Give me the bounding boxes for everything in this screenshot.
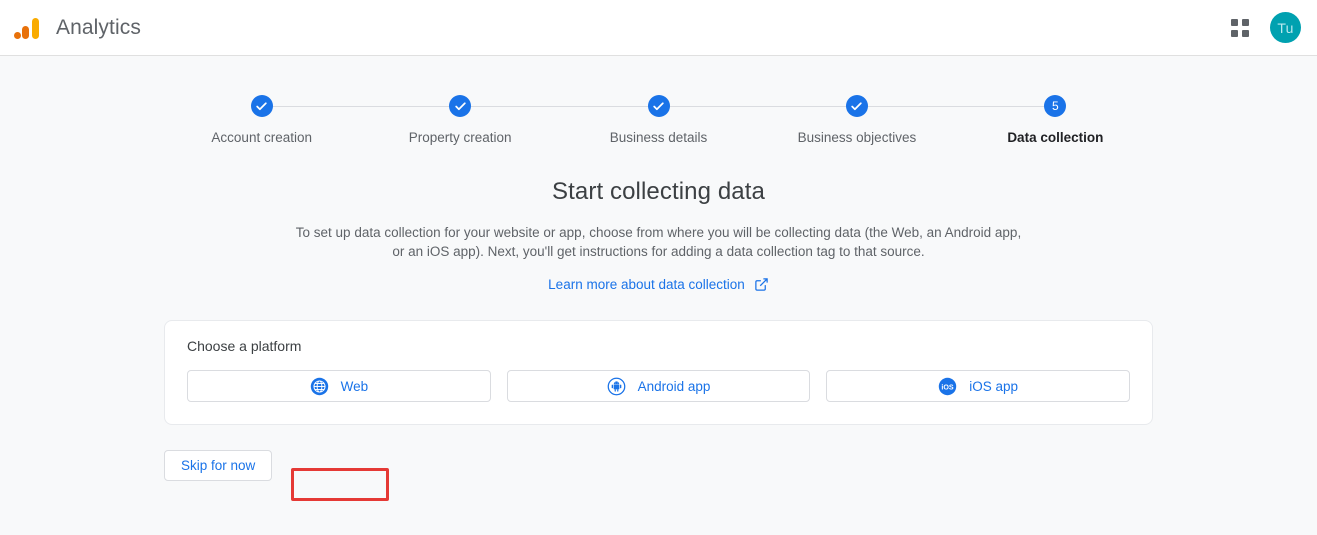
- step-number: 5: [1052, 100, 1059, 112]
- learn-more-link[interactable]: Learn more about data collection: [548, 277, 769, 292]
- platform-option-label: Android app: [638, 379, 711, 394]
- page-title: Start collecting data: [164, 178, 1153, 206]
- choose-platform-card: Choose a platform Web Android app iOS iOS a…: [164, 320, 1153, 425]
- step-label: Business details: [610, 130, 708, 145]
- step-number-badge[interactable]: 5: [1044, 95, 1066, 117]
- step-3: Business details: [559, 95, 757, 145]
- step-label: Business objectives: [798, 130, 917, 145]
- app-title: Analytics: [56, 16, 141, 40]
- platform-option-android-app[interactable]: Android app: [507, 370, 811, 402]
- platform-option-ios-app[interactable]: iOS iOS app: [826, 370, 1130, 402]
- external-link-icon: [754, 277, 769, 292]
- step-complete-check-icon[interactable]: [449, 95, 471, 117]
- page-description: To set up data collection for your websi…: [294, 223, 1024, 261]
- android-icon: [607, 377, 626, 396]
- main-panel: Start collecting data To set up data col…: [164, 145, 1153, 481]
- google-analytics-logo: [12, 13, 42, 43]
- ios-icon: iOS: [938, 377, 957, 396]
- card-title: Choose a platform: [187, 338, 1130, 354]
- header-actions: Tu: [1228, 12, 1301, 43]
- step-complete-check-icon[interactable]: [648, 95, 670, 117]
- step-1: Account creation: [163, 95, 361, 145]
- page-content: Account creation Property creation Busines…: [0, 95, 1317, 481]
- skip-for-now-button[interactable]: Skip for now: [164, 450, 272, 481]
- learn-more-label: Learn more about data collection: [548, 277, 745, 292]
- step-complete-check-icon[interactable]: [251, 95, 273, 117]
- step-label: Account creation: [211, 130, 312, 145]
- step-5: 5 Data collection: [956, 95, 1154, 145]
- step-complete-check-icon[interactable]: [846, 95, 868, 117]
- globe-icon: [310, 377, 329, 396]
- brand: Analytics: [12, 13, 141, 43]
- svg-text:iOS: iOS: [942, 383, 955, 391]
- avatar[interactable]: Tu: [1270, 12, 1301, 43]
- platform-option-label: iOS app: [969, 379, 1018, 394]
- apps-grid-icon[interactable]: [1228, 16, 1252, 40]
- step-4: Business objectives: [758, 95, 956, 145]
- setup-stepper: Account creation Property creation Busines…: [163, 95, 1155, 145]
- learn-more-container: Learn more about data collection: [164, 276, 1153, 294]
- step-label: Property creation: [409, 130, 512, 145]
- step-label: Data collection: [1007, 130, 1103, 145]
- platform-options: Web Android app iOS iOS app: [187, 370, 1130, 402]
- step-2: Property creation: [361, 95, 559, 145]
- platform-option-label: Web: [341, 379, 369, 394]
- app-header: Analytics Tu: [0, 0, 1317, 56]
- platform-option-web[interactable]: Web: [187, 370, 491, 402]
